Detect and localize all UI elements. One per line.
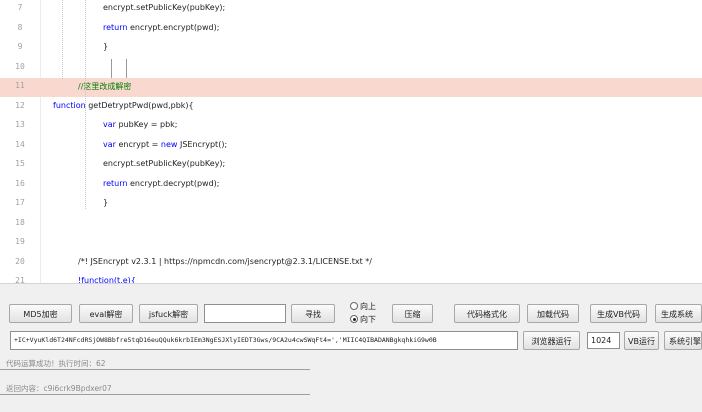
code-token: encrypt =: [115, 139, 161, 149]
code-comment: //这里改成解密: [78, 82, 132, 91]
code-token: }: [103, 42, 109, 51]
code-keyword: return: [103, 22, 128, 32]
code-token: }: [103, 198, 109, 207]
generate-vb-code-button[interactable]: 生成VB代码: [590, 304, 647, 323]
generate-system-button[interactable]: 生成系统: [655, 304, 702, 323]
code-token: pubKey = pbk;: [115, 120, 178, 129]
radio-up-circle[interactable]: [350, 302, 358, 310]
vb-run-button[interactable]: VB运行: [624, 331, 659, 350]
code-line-highlighted[interactable]: 11 //这里改成解密: [0, 78, 702, 97]
line-number: 18: [15, 217, 25, 227]
code-line[interactable]: 9}: [0, 39, 702, 58]
code-line[interactable]: 16 return encrypt.decrypt(pwd);: [0, 176, 702, 195]
load-code-button[interactable]: 加载代码: [527, 304, 579, 323]
code-line[interactable]: 13 var pubKey = pbk;: [0, 117, 702, 136]
code-keyword: var: [103, 139, 116, 149]
find-button[interactable]: 寻找: [291, 304, 335, 323]
search-input[interactable]: [204, 304, 286, 323]
code-token: encrypt.setPublicKey(pubKey);: [103, 3, 226, 12]
code-text: }: [103, 198, 108, 207]
tool-panel: MD5加密 eval解密 jsfuck解密 寻找 向上 向下 压缩 代码格式化 …: [0, 283, 702, 412]
code-line[interactable]: 17}: [0, 195, 702, 214]
code-keyword: !function(t,e){: [78, 276, 136, 283]
result-text: 返回内容：c9i6crk9Bpdxer07: [6, 384, 112, 393]
line-number: 11: [15, 81, 25, 90]
code-editor[interactable]: 7 encrypt.setPublicKey(pubKey); 8 return en…: [0, 0, 702, 283]
code-line[interactable]: 18: [0, 215, 702, 234]
code-keyword: return: [103, 178, 128, 188]
code-line[interactable]: 8 return encrypt.encrypt(pwd);: [0, 20, 702, 39]
code-text: encrypt.setPublicKey(pubKey);: [103, 3, 225, 12]
line-number: 8: [17, 22, 23, 32]
result-divider: [0, 394, 310, 395]
code-line[interactable]: 14 var encrypt = new JSEncrypt();: [0, 137, 702, 156]
jsfuck-decrypt-button[interactable]: jsfuck解密: [139, 304, 198, 323]
line-number: 16: [15, 178, 25, 188]
text-cursor: [126, 59, 127, 78]
code-line[interactable]: 20 /*! JSEncrypt v2.3.1 | https://npmcdn.…: [0, 254, 702, 273]
radio-up[interactable]: 向上: [350, 301, 376, 312]
code-line[interactable]: 12 function getDetryptPwd(pwd,pbk){: [0, 98, 702, 117]
code-line[interactable]: 21 !function(t,e){: [0, 273, 702, 283]
md5-encrypt-button[interactable]: MD5加密: [9, 304, 72, 323]
compress-button[interactable]: 压缩: [392, 304, 433, 323]
line-number: 21: [15, 276, 25, 283]
eval-decrypt-button[interactable]: eval解密: [79, 304, 133, 323]
code-line[interactable]: 19: [0, 234, 702, 253]
code-text: //这里改成解密: [78, 81, 131, 92]
radio-down-circle[interactable]: [350, 315, 358, 323]
code-token: encrypt.encrypt(pwd);: [127, 22, 220, 32]
code-line[interactable]: 7 encrypt.setPublicKey(pubKey);: [0, 0, 702, 19]
code-token: encrypt.setPublicKey(pubKey);: [103, 159, 226, 168]
code-keyword: new: [160, 139, 178, 149]
radio-down[interactable]: 向下: [350, 314, 376, 325]
line-number: 15: [15, 159, 25, 168]
code-keyword: function: [53, 100, 86, 110]
code-token: /*! JSEncrypt v2.3.1 | https://npmcdn.co…: [78, 256, 372, 266]
code-token: JSEncrypt();: [177, 139, 228, 149]
code-text: encrypt.setPublicKey(pubKey);: [103, 159, 225, 168]
line-number: 14: [15, 139, 25, 149]
line-number: 13: [15, 120, 25, 129]
browser-run-button[interactable]: 浏览器运行: [523, 331, 580, 350]
code-text: !function(t,e){: [78, 276, 136, 283]
indent-guide-marker: [111, 59, 112, 78]
line-number: 19: [15, 237, 25, 246]
code-input-field[interactable]: +IC+VyuKld6T24NFcdRSjOW8Bbfre5tqD16euQQu…: [10, 331, 518, 350]
radio-up-label: 向上: [360, 302, 376, 311]
line-number: 9: [17, 42, 23, 51]
code-line[interactable]: 10: [0, 59, 702, 78]
indent-guide: [85, 0, 86, 209]
code-text: var pubKey = pbk;: [103, 120, 177, 129]
line-number: 7: [17, 3, 23, 12]
indent-guide: [62, 0, 63, 79]
code-token: getDetryptPwd(pwd,pbk){: [85, 100, 194, 110]
code-text: }: [103, 42, 108, 51]
code-token: encrypt.decrypt(pwd);: [127, 178, 220, 188]
radio-down-label: 向下: [360, 315, 376, 324]
line-number: 20: [15, 256, 25, 266]
execution-status-text: 代码运算成功！执行时间：62: [6, 359, 106, 368]
system-engine-button[interactable]: 系统引擎: [664, 331, 702, 350]
line-number: 10: [15, 61, 25, 71]
format-code-button[interactable]: 代码格式化: [454, 304, 520, 323]
timeout-input[interactable]: 1024: [587, 332, 620, 349]
code-text: function getDetryptPwd(pwd,pbk){: [53, 101, 194, 110]
code-keyword: var: [103, 120, 116, 129]
line-number: 17: [15, 198, 25, 207]
code-text: /*! JSEncrypt v2.3.1 | https://npmcdn.co…: [78, 257, 372, 266]
line-number: 12: [15, 100, 25, 110]
code-text: return encrypt.decrypt(pwd);: [103, 179, 219, 188]
code-text: var encrypt = new JSEncrypt();: [103, 140, 227, 149]
code-text: return encrypt.encrypt(pwd);: [103, 23, 219, 32]
code-line[interactable]: 15 encrypt.setPublicKey(pubKey);: [0, 156, 702, 175]
status-divider: [0, 369, 310, 370]
